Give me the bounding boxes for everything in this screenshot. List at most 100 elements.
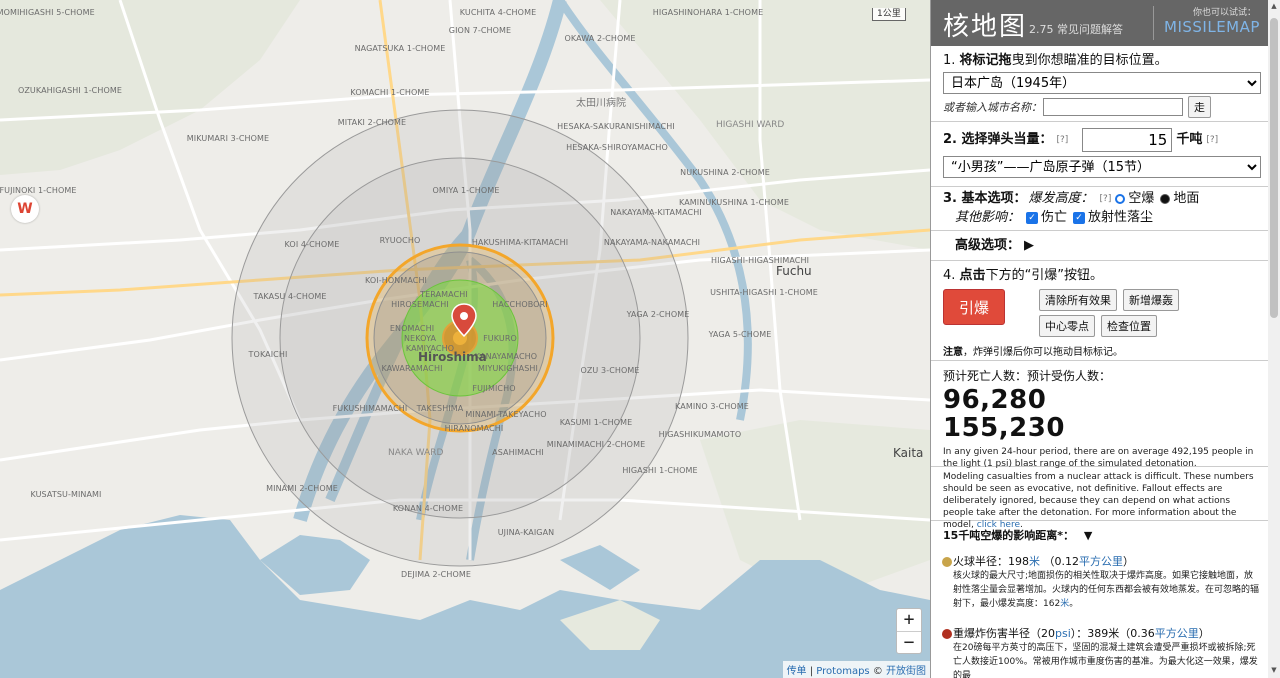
map-label: NAGATSUKA 1-CHOME xyxy=(354,44,446,53)
detonate-button[interactable]: 引爆 xyxy=(943,289,1005,325)
deaths-count: 96,280 xyxy=(943,385,1047,415)
clear-effects-button[interactable]: 清除所有效果 xyxy=(1039,289,1117,311)
effect-item-fireball: 火球半径：198米 （0.12平方公里） 核火球的最大尺寸;地面损伤的相关性取决… xyxy=(931,553,1268,611)
advanced-section[interactable]: 高级选项： ▶ xyxy=(931,231,1268,261)
map-label: FUKUSHIMAMACHI xyxy=(332,404,408,413)
version-number: 2.75 xyxy=(1029,23,1054,36)
map-label: KASUMI 1-CHOME xyxy=(559,418,633,427)
check-position-button[interactable]: 检查位置 xyxy=(1101,315,1157,337)
location-select[interactable]: 日本广岛（1945年） xyxy=(943,72,1261,94)
map-label: KAMINUKUSHINA 1-CHOME xyxy=(679,198,789,207)
heavy-blast-dot-icon xyxy=(942,629,952,639)
effects-toggle-icon[interactable]: ▼ xyxy=(1084,529,1092,542)
city-label: Hiroshima xyxy=(418,350,487,364)
center-zero-button[interactable]: 中心零点 xyxy=(1039,315,1095,337)
fallout-checkbox[interactable]: ✓ xyxy=(1073,212,1086,224)
control-panel: 核地图 2.75 常见问题解答 你也可以试试： MISSILEMAP 1. 将标… xyxy=(930,0,1268,678)
leaflet-link[interactable]: 传单 xyxy=(787,666,807,677)
map-label: HIGASHI 1-CHOME xyxy=(622,466,698,475)
map-label: MITAKI 2-CHOME xyxy=(337,118,407,127)
add-detonation-button[interactable]: 新增爆轰 xyxy=(1123,289,1179,311)
casualties-checkbox[interactable]: ✓ xyxy=(1026,212,1039,224)
w-logo-icon[interactable]: W xyxy=(11,195,39,223)
results-section: 预计死亡人数：预计受伤人数： 96,280 155,230 In any giv… xyxy=(931,361,1268,469)
advanced-toggle-icon[interactable]: ▶ xyxy=(1024,237,1034,255)
fallout-label: 放射性落尘 xyxy=(1088,210,1154,225)
protomaps-link[interactable]: Protomaps xyxy=(816,666,869,677)
unit-help[interactable]: [?] xyxy=(1206,135,1218,145)
map-label: NUKUSHINA 2-CHOME xyxy=(680,168,770,177)
go-button[interactable]: 走 xyxy=(1188,96,1211,118)
map-label: NAKAYAMA-NAKAMACHI xyxy=(603,238,701,247)
scroll-thumb[interactable] xyxy=(1270,18,1278,318)
map-label: YAGA 2-CHOME xyxy=(626,310,690,319)
step1-label: 1. 将标记拖曳到你想瞄准的目标位置。 xyxy=(943,53,1168,68)
effects-heading[interactable]: 15千吨空爆的影响距离*： ▼ xyxy=(943,527,1256,543)
map-label: OZUKAHIGASHI 1-CHOME xyxy=(17,86,123,95)
surface-radio[interactable] xyxy=(1160,194,1171,204)
map-label: KUCHITA 4-CHOME xyxy=(459,8,537,17)
panel-header: 核地图 2.75 常见问题解答 你也可以试试： MISSILEMAP xyxy=(931,0,1268,46)
map-label: KOI 4-CHOME xyxy=(284,240,340,249)
osm-link[interactable]: 开放街图 xyxy=(886,666,926,677)
airburst-radio[interactable] xyxy=(1115,194,1126,204)
missilemap-link[interactable]: MISSILEMAP xyxy=(1164,18,1260,36)
yield-unit: 千吨 xyxy=(1176,132,1203,147)
city-input[interactable] xyxy=(1043,98,1183,116)
step2-section: 2. 选择弹头当量： [?] 千吨 [?] “小男孩”——广岛原子弹（15节） xyxy=(931,122,1268,187)
scale-bar: 1公里 xyxy=(872,8,906,21)
advanced-label: 高级选项： xyxy=(955,238,1021,253)
place-label: Kaita xyxy=(893,446,924,460)
map-label: KAWARAMACHI xyxy=(381,364,443,373)
try-label: 你也可以试试： xyxy=(1193,8,1257,18)
map-label: TAKASU 4-CHOME xyxy=(253,292,327,301)
map-view[interactable]: TOMOMIHIGASHI 5-CHOME OZUKAHIGASHI 1-CHO… xyxy=(0,0,930,678)
map-label: NAKAYAMA-KITAMACHI xyxy=(610,208,702,217)
version-info: 2.75 常见问题解答 xyxy=(1029,21,1123,37)
preset-select[interactable]: “小男孩”——广岛原子弹（15节） xyxy=(943,156,1261,178)
yield-help[interactable]: [?] xyxy=(1057,135,1069,145)
effect-desc: 在20磅每平方英寸的高压下，坚固的混凝土建筑会遭受严重损坏或被拆除;死亡人数接近… xyxy=(953,643,1258,678)
zoom-in-button[interactable]: + xyxy=(897,609,921,631)
map-label: OKAWA 2-CHOME xyxy=(564,34,636,43)
map-label: MINAMI-TAKEYACHO xyxy=(465,410,547,419)
casualties-label: 伤亡 xyxy=(1041,210,1068,225)
map-label: MINAMIMACHI 2-CHOME xyxy=(546,440,646,449)
injuries-count: 155,230 xyxy=(943,413,1065,443)
app-title: 核地图 xyxy=(943,12,1028,42)
map-label: FUKURO xyxy=(483,334,517,343)
map-label: TERAMACHI xyxy=(420,290,468,299)
map-label: YAGA 5-CHOME xyxy=(708,330,772,339)
effect-title: 火球半径：198米 （0.12平方公里） xyxy=(953,555,1134,568)
map-label: KOMACHI 1-CHOME xyxy=(350,88,430,97)
step4-section: 4. 点击下方的“引爆”按钮。 引爆 清除所有效果 新增爆轰 中心零点 检查位置… xyxy=(931,261,1268,361)
yield-input[interactable] xyxy=(1082,128,1173,152)
attrib-sep: | xyxy=(806,666,817,677)
effect-title: 重爆炸伤害半径（20psi）：389米（0.36平方公里） xyxy=(953,627,1210,640)
step3-section: 3. 基本选项： 爆发高度： [?] 空爆 地面 其他影响： ✓ 伤亡 ✓ 放射… xyxy=(931,187,1268,231)
map-label: FUJIMICHO xyxy=(472,384,516,393)
map-label: FUJINOKI 1-CHOME xyxy=(0,186,77,195)
zoom-out-button[interactable]: − xyxy=(897,631,921,653)
burst-help[interactable]: [?] xyxy=(1100,190,1112,208)
map-label: NEKOYA xyxy=(403,334,437,343)
faq-link[interactable]: 常见问题解答 xyxy=(1057,23,1123,36)
map-label: HIGASHIKUMAMOTO xyxy=(658,430,742,439)
map-label: UJINA-KAIGAN xyxy=(497,528,555,537)
place-label: NAKA WARD xyxy=(388,448,444,458)
map-label: HIGASHINOHARA 1-CHOME xyxy=(652,8,764,17)
scroll-up-icon[interactable]: ▲ xyxy=(1270,2,1278,12)
step4-label: 4. 点击下方的“引爆”按钮。 xyxy=(943,268,1104,283)
map-label: ENOMACHI xyxy=(389,324,435,333)
map-label: TOMOMIHIGASHI 5-CHOME xyxy=(0,8,95,17)
disclaimer-section: Modeling casualties from a nuclear attac… xyxy=(931,467,1268,530)
attrib-copyright: © xyxy=(869,666,886,677)
burst-label: 爆发高度： xyxy=(1028,191,1094,206)
panel-scrollbar[interactable]: ▲ ▼ xyxy=(1268,0,1280,678)
map-label: RYUOCHO xyxy=(379,236,421,245)
step3-label: 3. 基本选项： xyxy=(943,191,1027,206)
place-label: Fuchu xyxy=(776,264,812,278)
map-label: HACCHOBORI xyxy=(492,300,548,309)
scroll-down-icon[interactable]: ▼ xyxy=(1270,666,1278,676)
airburst-label: 空爆 xyxy=(1128,191,1155,206)
